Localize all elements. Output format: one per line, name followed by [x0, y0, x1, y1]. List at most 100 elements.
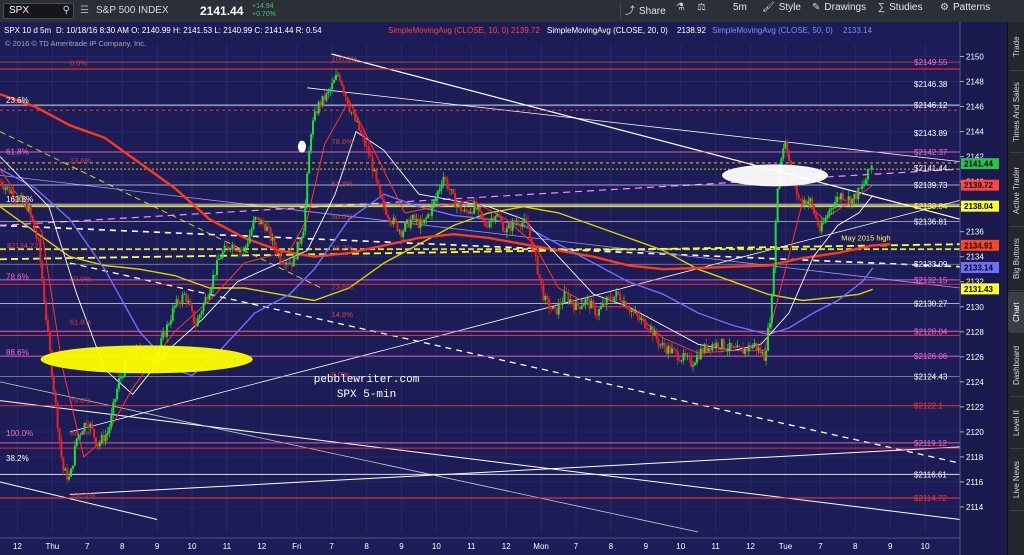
menu-icon[interactable]: ☰: [80, 5, 89, 16]
candle-down: [459, 203, 462, 212]
candle-down: [31, 215, 34, 222]
candle-down: [498, 213, 501, 218]
studies-icon: ∑: [878, 2, 886, 13]
candle-down: [227, 246, 230, 250]
y-tick-label: 2116: [966, 478, 984, 487]
candle-up: [208, 294, 211, 300]
fib-overlay-label: 100.0%: [332, 55, 358, 64]
candle-down: [344, 92, 347, 98]
sidebar-tab-active-trader[interactable]: Active Trader: [1008, 154, 1024, 226]
candle-down: [555, 307, 558, 315]
candle-down: [383, 199, 385, 207]
patterns-label: Patterns: [952, 2, 991, 13]
price-badge-label: 2139.72: [964, 181, 993, 190]
candle-up: [455, 204, 458, 208]
candle-down: [340, 80, 343, 86]
y-tick-label: 2118: [966, 453, 984, 462]
interval-button[interactable]: 5m: [733, 2, 747, 20]
candle-down: [56, 402, 59, 429]
candle-down: [655, 330, 658, 339]
candle-down: [381, 195, 384, 200]
candle-up: [6, 186, 9, 188]
candle-down: [66, 468, 69, 480]
candle-up: [515, 220, 518, 223]
sidebar-tab-times-and-sales[interactable]: Times And Sales: [1008, 72, 1024, 152]
studies-button[interactable]: ∑ Studies: [878, 2, 923, 20]
candle-up: [106, 433, 109, 436]
candle-up: [321, 95, 324, 106]
candle-down: [60, 440, 63, 458]
candle-down: [290, 262, 293, 267]
candle-up: [221, 251, 224, 258]
y-tick-label: 2150: [966, 53, 984, 62]
candle-up: [116, 388, 119, 400]
sidebar-tab-trade[interactable]: Trade: [1008, 24, 1024, 70]
candle-up: [699, 348, 702, 360]
candle-down: [461, 211, 464, 212]
price-badge-label: 2138.04: [964, 202, 993, 211]
candle-up: [114, 399, 117, 403]
candle-up: [121, 376, 124, 378]
patterns-button[interactable]: ⚙ Patterns: [940, 2, 990, 20]
candle-up: [695, 354, 698, 363]
price-level-label: $2122.1: [914, 402, 943, 411]
sidebar-tab-level-ii[interactable]: Level II: [1008, 398, 1024, 448]
candle-up: [254, 216, 257, 221]
search-icon[interactable]: ⚲: [63, 5, 70, 16]
style-button[interactable]: 🖌 Style: [762, 2, 801, 20]
candle-down: [636, 311, 639, 316]
divider: [620, 3, 621, 19]
price-chart[interactable]: 23.6%61.8%161.8%78.6%88.6%100.0%38.2%$21…: [0, 22, 1007, 555]
candle-down: [486, 226, 489, 228]
candle-down: [379, 186, 382, 196]
candle-down: [444, 176, 447, 180]
drawings-button[interactable]: ✎ Drawings: [812, 2, 866, 20]
x-tick-label: 9: [888, 542, 893, 551]
candle-down: [701, 348, 704, 353]
candle-down: [678, 360, 681, 362]
symbol-input[interactable]: SPX ⚲: [3, 3, 74, 19]
x-tick-label: 10: [188, 542, 197, 551]
x-tick-label: 9: [399, 542, 404, 551]
candle-down: [657, 338, 660, 346]
fib-level-label: 100.0%: [6, 429, 33, 438]
fib-overlay-label: 100.0%: [70, 491, 96, 500]
candle-up: [306, 173, 309, 204]
x-tick-label: 7: [818, 542, 823, 551]
pencil-icon: ✎: [812, 2, 821, 13]
candle-up: [761, 351, 764, 354]
candle-up: [331, 83, 334, 90]
candle-up: [329, 89, 332, 92]
candle-up: [680, 360, 683, 362]
candle-down: [730, 342, 733, 348]
compare-button[interactable]: ⚖: [697, 2, 710, 20]
price-level-label: $2124.43: [914, 372, 948, 381]
candle-up: [870, 165, 873, 170]
sidebar-tab-big-buttons[interactable]: Big Buttons: [1008, 228, 1024, 290]
sidebar-tab-live-news[interactable]: Live News: [1008, 450, 1024, 510]
flask-button[interactable]: ⚗: [676, 2, 689, 20]
sidebar-tab-chart[interactable]: Chart: [1008, 292, 1024, 332]
candle-up: [450, 189, 453, 191]
candle-down: [29, 205, 32, 216]
legend-sma20: SimpleMovingAvg (CLOSE, 20, 0): [547, 26, 668, 35]
share-button[interactable]: ⤴ Share: [625, 2, 666, 20]
candle-up: [404, 223, 407, 232]
sidebar-tab-dashboard[interactable]: Dashboard: [1008, 334, 1024, 396]
candle-down: [841, 193, 844, 200]
candle-down: [596, 314, 599, 316]
y-tick-label: 2136: [966, 228, 984, 237]
candle-up: [277, 253, 280, 255]
candle-down: [388, 217, 391, 223]
candle-up: [809, 198, 812, 202]
candle-down: [519, 224, 522, 227]
share-label: Share: [639, 6, 666, 17]
price-badge-label: 2141.44: [964, 160, 993, 169]
candle-up: [582, 304, 585, 307]
right-sidebar: Trade Times And Sales Active Trader Big But…: [1007, 22, 1024, 555]
candle-down: [358, 121, 361, 131]
x-tick-label: 10: [432, 542, 441, 551]
price-level-label: $2146.12: [914, 101, 948, 110]
candle-down: [465, 209, 468, 212]
candle-down: [45, 302, 48, 321]
